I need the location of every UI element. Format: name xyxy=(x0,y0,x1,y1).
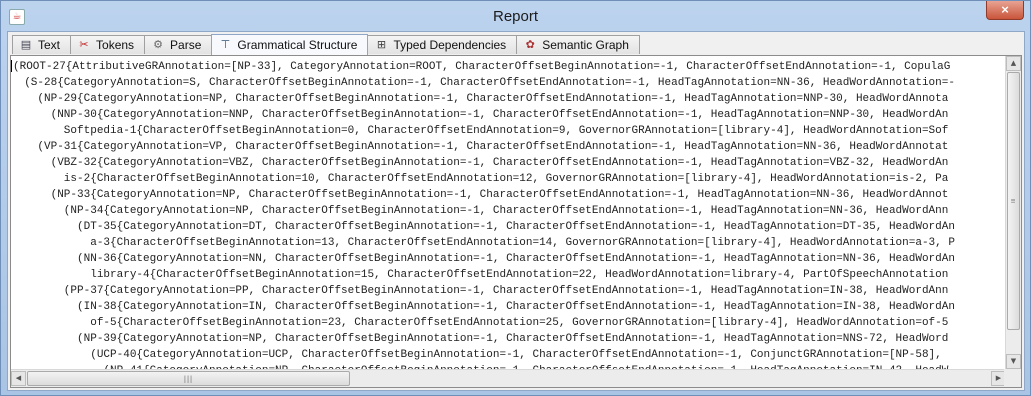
tab-parse[interactable]: ⚙ Parse xyxy=(144,35,213,54)
report-window: ☕ Report × ▤ Text ✂ Tokens ⚙ Parse ⊤ Gra… xyxy=(0,0,1031,396)
scroll-corner xyxy=(1004,369,1021,387)
title-bar[interactable]: ☕ Report × xyxy=(1,1,1030,31)
structure-line: (NP-39{CategoryAnnotation=NP, CharacterO… xyxy=(11,333,949,345)
structure-line: (VBZ-32{CategoryAnnotation=VBZ, Characte… xyxy=(11,157,949,169)
structure-line: (UCP-40{CategoryAnnotation=UCP, Characte… xyxy=(11,349,949,361)
structure-line: (ROOT-27{AttributiveGRAnnotation=[NP-33]… xyxy=(11,60,951,73)
structure-line: (PP-37{CategoryAnnotation=PP, CharacterO… xyxy=(11,285,949,297)
structure-line: (IN-38{CategoryAnnotation=IN, CharacterO… xyxy=(11,301,955,313)
structure-line: (NP-34{CategoryAnnotation=NP, CharacterO… xyxy=(11,205,949,217)
tab-label: Text xyxy=(38,38,61,52)
structure-line: (NP-33{CategoryAnnotation=NP, CharacterO… xyxy=(11,189,949,201)
horizontal-scrollbar[interactable]: ◀ ||| ▶ xyxy=(11,369,1006,387)
scroll-up-icon[interactable]: ▲ xyxy=(1006,56,1021,71)
text-caret xyxy=(11,60,12,73)
structure-line: (VP-31{CategoryAnnotation=VP, CharacterO… xyxy=(11,141,949,153)
vertical-scroll-thumb[interactable]: ≡ xyxy=(1007,72,1020,330)
structure-line: library-4{CharacterOffsetBeginAnnotation… xyxy=(11,269,949,281)
tab-bar: ▤ Text ✂ Tokens ⚙ Parse ⊤ Grammatical St… xyxy=(12,34,640,56)
tab-grammatical-structure[interactable]: ⊤ Grammatical Structure xyxy=(211,34,369,55)
gears-icon: ⚙ xyxy=(153,38,163,51)
text-doc-icon: ▤ xyxy=(20,38,32,51)
scroll-left-icon[interactable]: ◀ xyxy=(11,371,26,386)
structure-line: (NP-29{CategoryAnnotation=NP, CharacterO… xyxy=(11,93,949,105)
structure-line: a-3{CharacterOffsetBeginAnnotation=13, C… xyxy=(11,237,955,249)
structure-line: Softpedia-1{CharacterOffsetBeginAnnotati… xyxy=(11,125,949,137)
scroll-down-icon[interactable]: ▼ xyxy=(1006,354,1021,369)
window-client-area: ▤ Text ✂ Tokens ⚙ Parse ⊤ Grammatical St… xyxy=(7,31,1025,391)
structure-line: (S-28{CategoryAnnotation=S, CharacterOff… xyxy=(11,77,955,89)
graph-icon: ✿ xyxy=(525,38,535,51)
structure-line: is-2{CharacterOffsetBeginAnnotation=10, … xyxy=(11,173,949,185)
grip-icon: ≡ xyxy=(1010,196,1017,206)
tree-icon: ⊤ xyxy=(220,38,231,51)
window-title: Report xyxy=(492,8,539,25)
tab-label: Tokens xyxy=(96,38,135,52)
horizontal-scroll-thumb[interactable]: ||| xyxy=(27,371,350,386)
tab-text[interactable]: ▤ Text xyxy=(12,35,72,54)
tab-label: Parse xyxy=(170,38,202,52)
structure-text-area[interactable]: (ROOT-27{AttributiveGRAnnotation=[NP-33]… xyxy=(11,56,1005,369)
dependency-icon: ⊞ xyxy=(376,38,387,51)
structure-line: (NN-36{CategoryAnnotation=NN, CharacterO… xyxy=(11,253,955,265)
tab-label: Semantic Graph xyxy=(542,38,629,52)
tab-semantic-graph[interactable]: ✿ Semantic Graph xyxy=(516,35,640,54)
grip-icon: ||| xyxy=(183,374,194,383)
tab-label: Grammatical Structure xyxy=(237,38,358,52)
tab-label: Typed Dependencies xyxy=(393,38,507,52)
vertical-scrollbar[interactable]: ▲ ≡ ▼ xyxy=(1005,56,1021,369)
structure-line: (DT-35{CategoryAnnotation=DT, CharacterO… xyxy=(11,221,955,233)
grammatical-structure-panel: (ROOT-27{AttributiveGRAnnotation=[NP-33]… xyxy=(10,55,1022,388)
tab-typed-dependencies[interactable]: ⊞ Typed Dependencies xyxy=(367,35,518,54)
structure-line: (NNP-30{CategoryAnnotation=NNP, Characte… xyxy=(11,109,949,121)
tab-tokens[interactable]: ✂ Tokens xyxy=(70,35,146,54)
structure-line: of-5{CharacterOffsetBeginAnnotation=23, … xyxy=(11,317,949,329)
close-button[interactable]: × xyxy=(986,1,1024,20)
scissors-icon: ✂ xyxy=(79,38,89,51)
